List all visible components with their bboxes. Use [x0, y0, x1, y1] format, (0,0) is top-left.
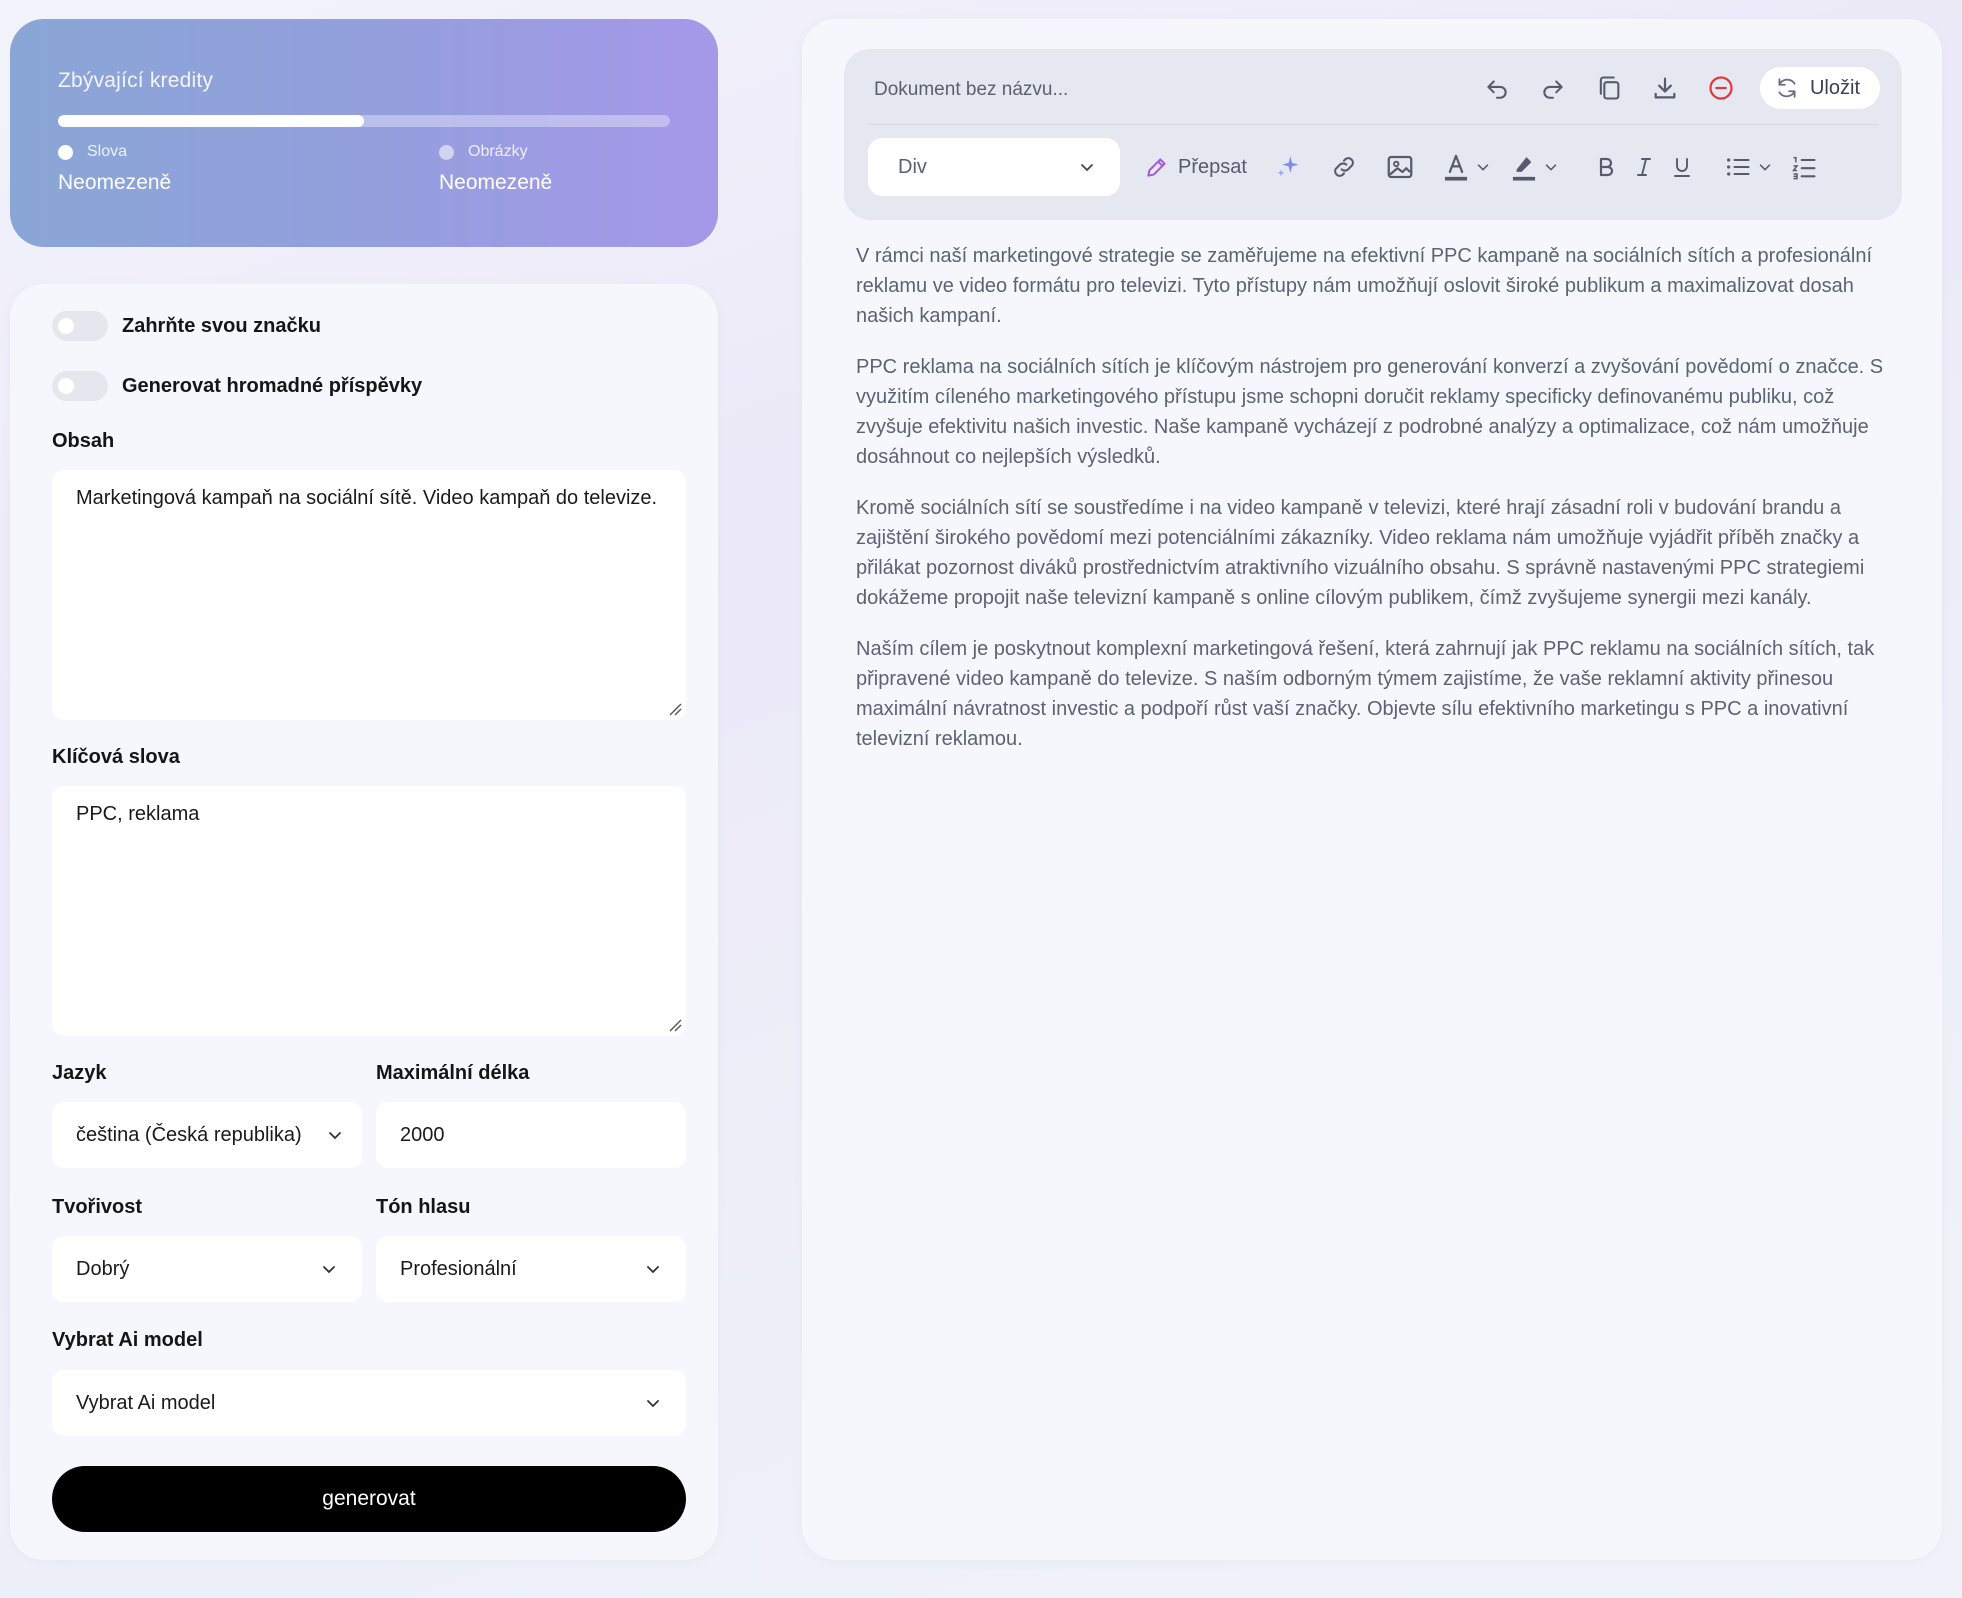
save-label: Uložit [1809, 76, 1860, 99]
copy-icon[interactable] [1592, 71, 1626, 105]
ai-model-value: Vybrat Ai model [76, 1391, 216, 1414]
italic-icon[interactable] [1629, 146, 1659, 188]
resize-handle-icon[interactable] [666, 700, 682, 716]
brand-toggle-label: Zahrňte svou značku [122, 314, 321, 337]
generate-button[interactable]: generovat [52, 1466, 686, 1532]
language-value: čeština (Česká republika) [76, 1123, 302, 1146]
editor-toolbar: Dokument bez názvu... Uložit Div Přepsat [844, 49, 1902, 220]
text-color-icon[interactable] [1441, 146, 1471, 188]
ai-sparkle-icon[interactable] [1273, 146, 1303, 188]
images-value: Neomezeně [439, 171, 553, 194]
tone-value: Profesionální [400, 1257, 517, 1280]
bulk-posts-toggle[interactable] [52, 371, 108, 401]
pencil-icon [1147, 158, 1166, 177]
content-paragraph: PPC reklama na sociálních sítích je klíč… [856, 356, 1884, 468]
keywords-textarea[interactable]: PPC, reklama [52, 786, 686, 1036]
delete-circle-icon[interactable] [1704, 71, 1738, 105]
creativity-value: Dobrý [76, 1257, 130, 1280]
document-title-input[interactable]: Dokument bez názvu... [874, 79, 1068, 101]
chevron-down-icon[interactable] [1539, 146, 1563, 188]
max-length-input[interactable]: 2000 [376, 1102, 686, 1168]
words-label: Slova [87, 143, 128, 160]
content-label: Obsah [52, 430, 115, 452]
credits-words: Slova Neomezeně [58, 143, 171, 195]
chevron-down-icon [1081, 164, 1093, 172]
resize-handle-icon[interactable] [666, 1016, 682, 1032]
credits-progress-fill [58, 115, 364, 127]
ai-model-label: Vybrat Ai model [52, 1329, 203, 1351]
words-value: Neomezeně [58, 171, 172, 194]
toolbar-divider [868, 124, 1878, 125]
download-icon[interactable] [1648, 71, 1682, 105]
numbered-list-icon[interactable] [1789, 146, 1819, 188]
chevron-down-icon [323, 1266, 335, 1274]
document-content[interactable]: V rámci naší marketingové strategie se z… [856, 241, 1886, 775]
content-paragraph: Naším cílem je poskytnout komplexní mark… [856, 638, 1875, 750]
content-textarea[interactable]: Marketingová kampaň na sociální sítě. Vi… [52, 470, 686, 720]
credits-title: Zbývající kredity [58, 69, 214, 92]
image-icon[interactable] [1385, 146, 1415, 188]
toolbar-actions: Uložit [1480, 67, 1880, 109]
chevron-down-icon[interactable] [1471, 146, 1495, 188]
chevron-down-icon [647, 1400, 659, 1408]
brand-toggle-row: Zahrňte svou značku [52, 311, 321, 341]
highlight-icon[interactable] [1509, 146, 1539, 188]
tone-label: Tón hlasu [376, 1196, 471, 1218]
format-toolbar: Přepsat [1144, 146, 1819, 188]
chevron-down-icon[interactable] [1753, 146, 1777, 188]
creativity-label: Tvořivost [52, 1196, 143, 1218]
redo-icon[interactable] [1536, 71, 1570, 105]
block-type-value: Div [898, 155, 927, 178]
content-paragraph: Kromě sociálních sítí se soustředíme i n… [856, 497, 1865, 609]
creativity-select[interactable]: Dobrý [52, 1236, 362, 1302]
content-text: Marketingová kampaň na sociální sítě. Vi… [76, 487, 658, 509]
bulk-toggle-row: Generovat hromadné příspěvky [52, 371, 422, 401]
bold-icon[interactable] [1591, 146, 1621, 188]
rewrite-label: Přepsat [1178, 155, 1247, 178]
block-type-select[interactable]: Div [868, 138, 1120, 196]
max-length-value: 2000 [400, 1123, 445, 1146]
refresh-icon [1778, 78, 1796, 98]
language-select[interactable]: čeština (Česká republika) [52, 1102, 362, 1168]
save-button[interactable]: Uložit [1759, 67, 1880, 109]
brand-toggle[interactable] [52, 311, 108, 341]
content-paragraph: V rámci naší marketingové strategie se z… [856, 245, 1873, 327]
generator-form: Zahrňte svou značku Generovat hromadné p… [10, 284, 718, 1560]
link-icon[interactable] [1329, 146, 1359, 188]
chevron-down-icon [329, 1132, 341, 1140]
underline-icon[interactable] [1667, 146, 1697, 188]
keywords-label: Klíčová slova [52, 746, 180, 768]
images-label: Obrázky [468, 143, 528, 160]
chevron-down-icon [647, 1266, 659, 1274]
credits-images: Obrázky Neomezeně [439, 143, 552, 195]
keywords-text: PPC, reklama [76, 803, 200, 825]
bulk-toggle-label: Generovat hromadné příspěvky [122, 374, 423, 397]
max-length-label: Maximální délka [376, 1062, 530, 1084]
undo-icon[interactable] [1480, 71, 1514, 105]
editor-panel: Dokument bez názvu... Uložit Div Přepsat… [802, 19, 1942, 1560]
language-label: Jazyk [52, 1062, 107, 1084]
images-dot-icon [439, 144, 454, 160]
ai-model-select[interactable]: Vybrat Ai model [52, 1370, 686, 1436]
words-dot-icon [58, 144, 73, 160]
credits-progress-bar [58, 115, 670, 127]
rewrite-button[interactable]: Přepsat [1144, 154, 1247, 180]
credits-card: Zbývající kredity Slova Neomezeně Obrázk… [10, 19, 718, 247]
bullet-list-icon[interactable] [1723, 146, 1753, 188]
tone-select[interactable]: Profesionální [376, 1236, 686, 1302]
